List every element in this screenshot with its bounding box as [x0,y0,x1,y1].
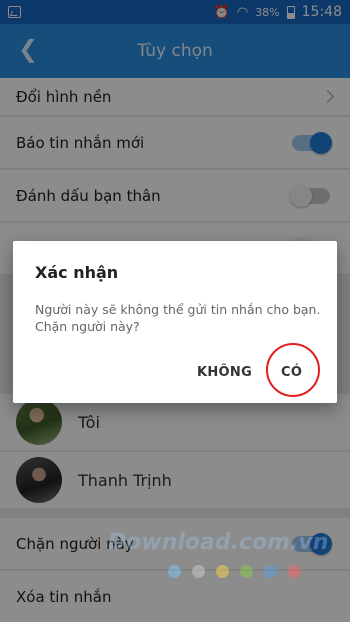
confirm-dialog: Xác nhận Người này sẽ không thể gửi tin … [13,241,337,403]
dialog-title: Xác nhận [35,263,119,282]
yes-button[interactable]: CÓ [281,365,302,380]
dialog-message: Người này sẽ không thể gửi tin nhắn cho … [35,302,321,334]
no-button[interactable]: KHÔNG [197,365,252,380]
